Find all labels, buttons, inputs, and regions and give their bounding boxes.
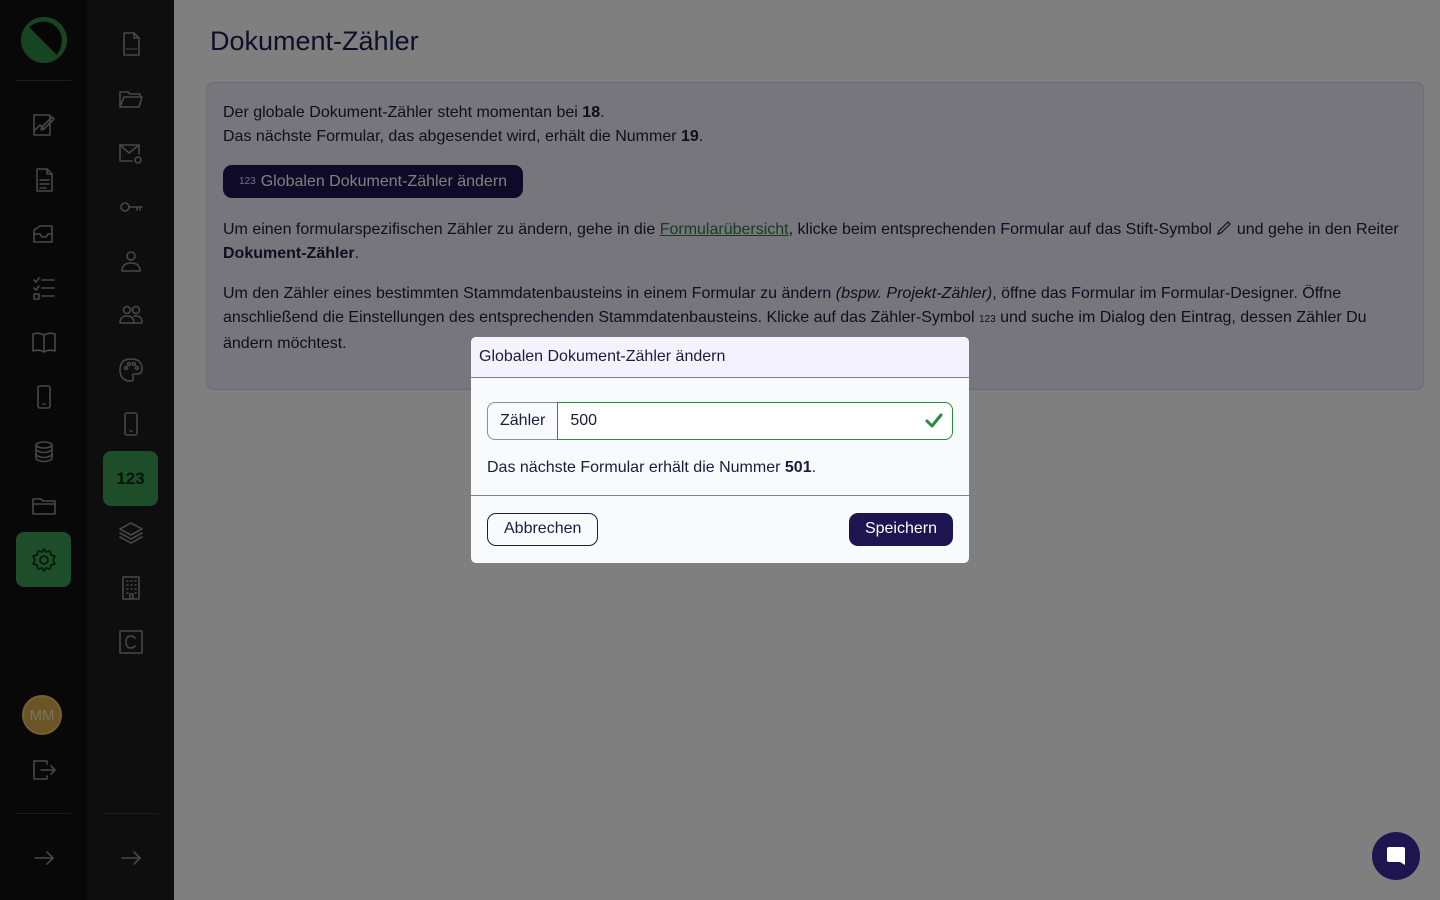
next-number-preview: 501 bbox=[784, 459, 812, 476]
dialog-footer: Abbrechen Speichern bbox=[471, 496, 969, 562]
dialog-title: Globalen Dokument-Zähler ändern bbox=[471, 337, 969, 378]
change-counter-dialog: Globalen Dokument-Zähler ändern Zähler 5… bbox=[471, 337, 969, 563]
text: . bbox=[811, 459, 817, 476]
chat-bubble-icon bbox=[1387, 847, 1405, 865]
text: Das nächste Formular erhält die Nummer bbox=[487, 459, 785, 476]
counter-input-group: Zähler 500 bbox=[487, 402, 953, 440]
checkmark-icon bbox=[925, 413, 943, 428]
counter-field-label: Zähler bbox=[487, 402, 558, 440]
dialog-body: Zähler 500 Das nächste Formular erhält d… bbox=[471, 378, 969, 496]
save-button[interactable]: Speichern bbox=[848, 512, 953, 546]
counter-input-value: 500 bbox=[570, 412, 598, 429]
counter-input[interactable]: 500 bbox=[557, 402, 953, 440]
next-number-hint: Das nächste Formular erhält die Nummer 5… bbox=[487, 459, 953, 477]
cancel-button[interactable]: Abbrechen bbox=[487, 512, 599, 546]
chat-widget-button[interactable] bbox=[1372, 832, 1420, 880]
